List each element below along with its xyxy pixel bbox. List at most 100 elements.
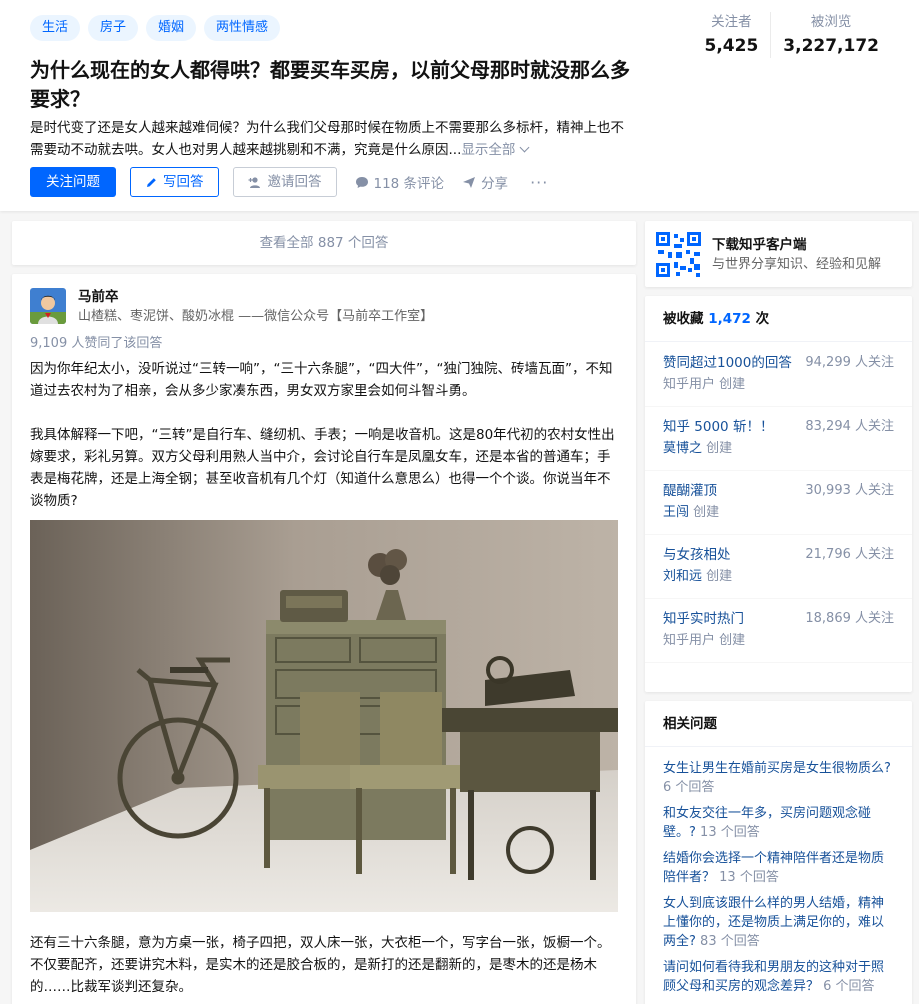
collection-followers: 21,796 人关注	[805, 547, 894, 562]
followers-stat[interactable]: 关注者 5,425	[693, 12, 771, 58]
chevron-down-icon	[519, 142, 530, 153]
view-all-answers-button[interactable]: 查看全部 887 个回答	[12, 221, 636, 265]
comment-icon	[355, 176, 369, 189]
answer-author: 马前卒 山楂糕、枣泥饼、酸奶冰棍 ——微信公众号【马前卒工作室】	[30, 288, 433, 327]
collection-creator: 知乎用户	[663, 633, 716, 648]
related-question: 和女友交往一年多，买房问题观念碰壁。? 13 个回答	[663, 804, 894, 842]
collections-count: 1,472	[708, 311, 751, 327]
collection-created: 创建	[693, 505, 720, 520]
comments-button[interactable]: 118 条评论	[355, 172, 445, 192]
related-question-link[interactable]: 女人到底该跟什么样的男人结婚，精神上懂你的，还是物质上满足你的，难以两全?	[663, 896, 884, 949]
collection-item[interactable]: 知乎 5000 斩！！ 莫博之 创建 83,294 人关注	[645, 407, 912, 471]
show-all-button[interactable]: 显示全部	[461, 142, 532, 158]
author-bio: 山楂糕、枣泥饼、酸奶冰棍 ——微信公众号【马前卒工作室】	[78, 309, 434, 324]
collection-title[interactable]: 赞同超过1000的回答	[663, 353, 792, 373]
collection-title[interactable]: 知乎 5000 斩！！	[663, 417, 773, 437]
download-title: 下载知乎客户端	[712, 237, 807, 253]
related-question-link[interactable]: 和女友交往一年多，买房问题观念碰壁。?	[663, 806, 871, 840]
answer-content: 因为你年纪太小，没听说过“三转一响”，“三十六条腿”，“四大件”，“独门独院、砖…	[30, 358, 622, 512]
invite-answer-button[interactable]: 邀请回答	[232, 167, 337, 197]
avatar[interactable]	[30, 288, 66, 324]
question-stats: 关注者 5,425 被浏览 3,227,172	[693, 12, 892, 58]
related-answer-count: 13 个回答	[700, 825, 760, 840]
paper-plane-icon	[462, 176, 476, 189]
collections-suffix: 次	[755, 311, 770, 327]
topic-tag[interactable]: 婚姻	[146, 15, 197, 41]
views-label: 被浏览	[810, 14, 852, 30]
question-header: 生活 房子 婚姻 两性情感 为什么现在的女人都得哄？都要买车买房，以前父母那时就…	[0, 0, 919, 211]
collection-item[interactable]: 与女孩相处 刘和远 创建 21,796 人关注	[645, 535, 912, 599]
collection-title[interactable]: 醍醐灌顶	[663, 481, 717, 501]
write-answer-label: 写回答	[163, 174, 204, 190]
collection-creator[interactable]: 刘和远	[663, 569, 702, 584]
related-questions-header: 相关问题	[645, 701, 912, 747]
question-title: 为什么现在的女人都得哄？都要买车买房，以前父母那时就没那么多要求？	[30, 58, 630, 111]
answer-paragraph: 还有三十六条腿，意为方桌一张，椅子四把，双人床一张，大衣柜一个，写字台一张，饭橱…	[30, 935, 611, 995]
topic-tag[interactable]: 房子	[88, 15, 139, 41]
collection-followers: 83,294 人关注	[805, 419, 894, 434]
views-stat: 被浏览 3,227,172	[770, 12, 891, 58]
collection-item[interactable]: 醍醐灌顶 王闯 创建 30,993 人关注	[645, 471, 912, 535]
collection-item[interactable]: 知乎实时热门 知乎用户 创建 18,869 人关注	[645, 599, 912, 663]
topic-tag[interactable]: 两性情感	[204, 15, 281, 41]
share-label: 分享	[481, 176, 509, 192]
related-question: 女生让男生在婚前买房是女生很物质么? 6 个回答	[663, 759, 894, 797]
followers-label: 关注者	[711, 14, 752, 30]
related-question: 结婚你会选择一个精神陪伴者还是物质陪伴者？ 13 个回答	[663, 849, 894, 887]
related-question: 女人到底该跟什么样的男人结婚，精神上懂你的，还是物质上满足你的，难以两全? 83…	[663, 894, 894, 951]
comments-label: 118 条评论	[373, 176, 445, 192]
collection-followers: 18,869 人关注	[805, 611, 894, 626]
collection-creator-line: 知乎用户 创建	[663, 631, 745, 651]
related-questions-list: 女生让男生在婚前买房是女生很物质么? 6 个回答 和女友交往一年多，买房问题观念…	[645, 747, 912, 996]
collection-created: 创建	[706, 569, 733, 584]
answer-card: 马前卒 山楂糕、枣泥饼、酸奶冰棍 ——微信公众号【马前卒工作室】 9,109 人…	[12, 274, 636, 1004]
collection-creator: 知乎用户	[663, 377, 716, 392]
answer-paragraph: 因为你年纪太小，没听说过“三转一响”，“三十六条腿”，“四大件”，“独门独院、砖…	[30, 361, 613, 399]
question-detail-text: 是时代变了还是女人越来越难伺候？为什么我们父母那时候在物质上不需要那么多标杆，精…	[30, 120, 624, 158]
collection-creator[interactable]: 莫博之	[663, 441, 702, 456]
follow-question-button[interactable]: 关注问题	[30, 167, 116, 197]
collection-followers: 30,993 人关注	[805, 483, 894, 498]
collection-creator-line: 莫博之 创建	[663, 439, 732, 459]
collection-creator[interactable]: 王闯	[663, 505, 689, 520]
topic-tag[interactable]: 生活	[30, 15, 81, 41]
collection-item[interactable]: 赞同超过1000的回答 知乎用户 创建 94,299 人关注	[645, 343, 912, 407]
collection-created: 创建	[706, 441, 733, 456]
vote-info: 9,109 人赞同了该回答	[30, 336, 163, 351]
answer-content-continued: 还有三十六条腿，意为方桌一张，椅子四把，双人床一张，大衣柜一个，写字台一张，饭橱…	[30, 932, 622, 998]
related-question-link[interactable]: 女生让男生在婚前买房是女生很物质么?	[663, 761, 891, 776]
related-question: 请问如何看待我和男朋友的这种对于照顾父母和买房的观念差异？ 6 个回答	[663, 958, 894, 996]
related-answer-count: 6 个回答	[823, 979, 875, 994]
collection-followers: 94,299 人关注	[805, 355, 894, 370]
author-info: 马前卒 山楂糕、枣泥饼、酸奶冰棍 ——微信公众号【马前卒工作室】	[78, 288, 433, 327]
collections-card: 被收藏 1,472 次 赞同超过1000的回答 知乎用户 创建 94,299 人…	[645, 296, 912, 692]
topic-list: 生活 房子 婚姻 两性情感	[30, 15, 281, 41]
related-answer-count: 83 个回答	[700, 934, 760, 949]
answer-paragraph: 我具体解释一下吧，“三转”是自行车、缝纫机、手表；一响是收音机。这是80年代初的…	[30, 427, 615, 509]
collection-creator-line: 刘和远 创建	[663, 567, 732, 587]
download-subtitle: 与世界分享知识、经验和见解	[712, 257, 882, 272]
followers-count: 5,425	[704, 36, 759, 56]
more-options-button[interactable]: ···	[530, 173, 548, 192]
show-all-label: 显示全部	[461, 142, 516, 158]
qr-code-icon	[656, 232, 701, 277]
question-detail: 是时代变了还是女人越来越难伺候？为什么我们父母那时候在物质上不需要那么多标杆，精…	[30, 117, 635, 161]
write-answer-button[interactable]: 写回答	[130, 167, 219, 197]
invite-answer-label: 邀请回答	[267, 174, 322, 190]
download-app-card[interactable]: 下载知乎客户端 与世界分享知识、经验和见解	[645, 221, 912, 287]
related-answer-count: 13 个回答	[719, 870, 779, 885]
share-button[interactable]: 分享	[462, 172, 508, 192]
add-user-icon	[248, 176, 263, 189]
answer-image[interactable]	[30, 520, 618, 912]
related-questions-card: 相关问题 女生让男生在婚前买房是女生很物质么? 6 个回答 和女友交往一年多，买…	[645, 701, 912, 1004]
collections-header: 被收藏 1,472 次	[645, 296, 912, 342]
collection-title[interactable]: 与女孩相处	[663, 545, 731, 565]
collection-creator-line: 王闯 创建	[663, 503, 719, 523]
author-name[interactable]: 马前卒	[78, 288, 433, 306]
collection-created: 创建	[719, 377, 746, 392]
related-answer-count: 6 个回答	[663, 780, 715, 795]
collections-prefix: 被收藏	[663, 311, 704, 327]
collection-title[interactable]: 知乎实时热门	[663, 609, 744, 629]
collection-created: 创建	[719, 633, 746, 648]
pencil-icon	[145, 176, 158, 189]
